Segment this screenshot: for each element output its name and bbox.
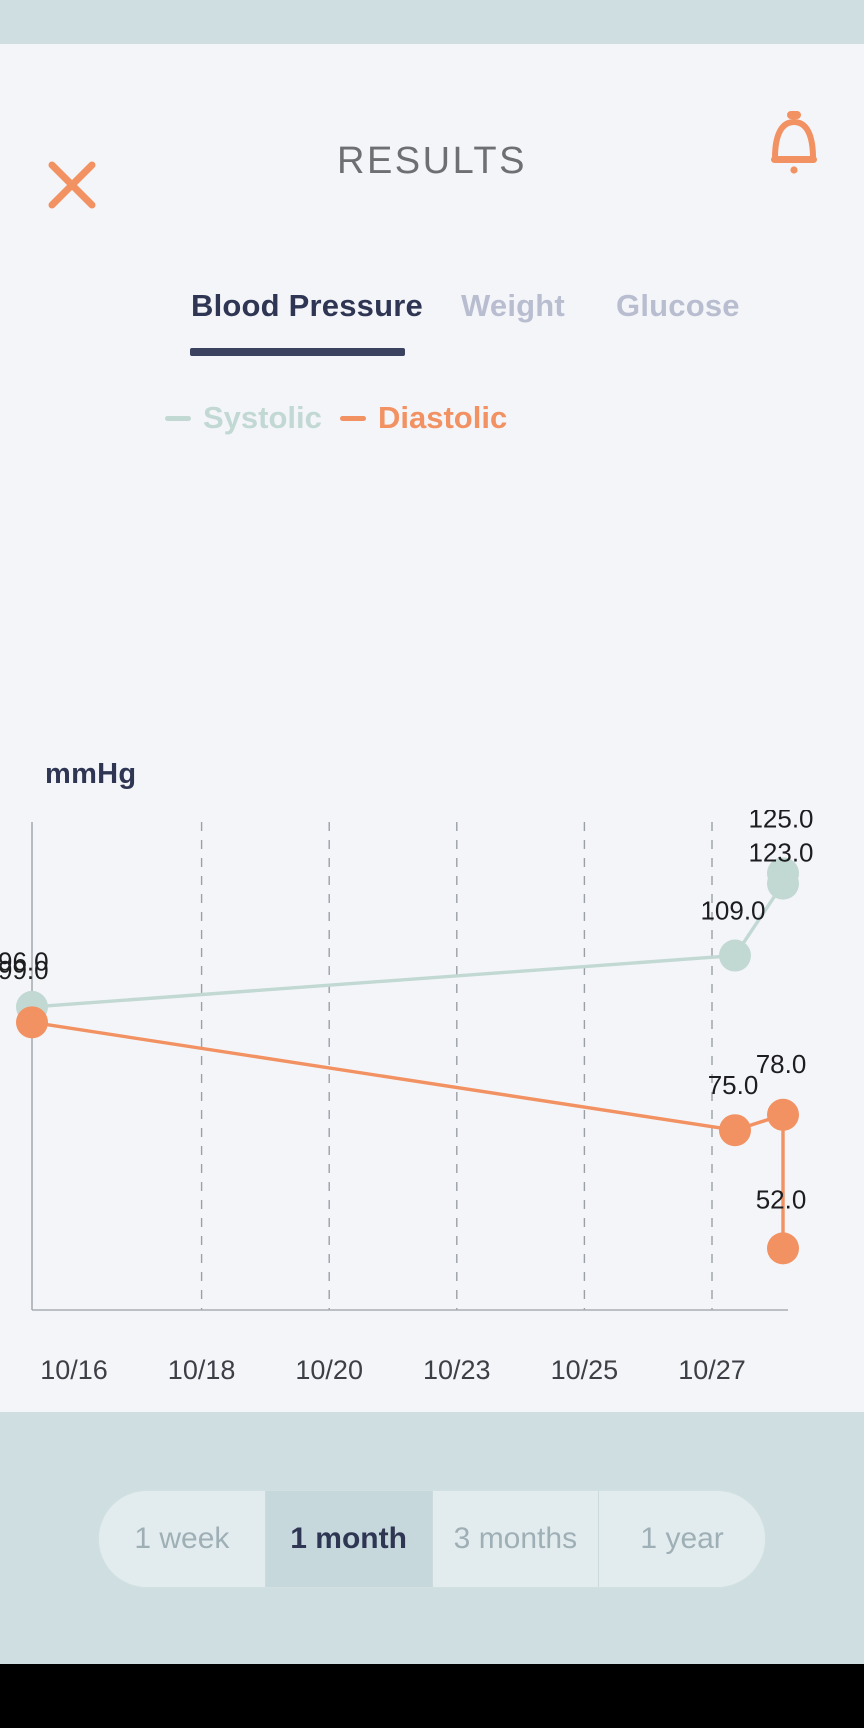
x-axis-tick-label: 10/27 xyxy=(678,1355,746,1385)
page-title: RESULTS xyxy=(337,140,527,182)
chart-point-label: 123.0 xyxy=(748,838,813,868)
chart-data-point[interactable] xyxy=(719,939,751,972)
chart-line-systolic xyxy=(30,871,785,1009)
range-option-1-month[interactable]: 1 month xyxy=(265,1491,433,1587)
results-screen: RESULTS Blood Pressure Weight Glucose Sy… xyxy=(0,0,864,1728)
legend-item-diastolic: Diastolic xyxy=(340,400,507,436)
tab-weight[interactable]: Weight xyxy=(461,288,565,324)
chart-data-point[interactable] xyxy=(767,1098,799,1131)
chart-data-point[interactable] xyxy=(719,1114,751,1147)
chart-x-axis: 10/16 10/18 10/20 10/23 10/25 10/27 xyxy=(0,1355,864,1401)
blood-pressure-line-chart: 99.0 109.0 123.0 125.0 96.0 75.0 78.0 52.0 xyxy=(0,810,864,1340)
legend-label-diastolic: Diastolic xyxy=(378,400,508,435)
metric-tabs: Blood Pressure Weight Glucose xyxy=(0,288,864,368)
chart-data-point[interactable] xyxy=(767,1232,799,1265)
chart-data-point[interactable] xyxy=(16,1006,48,1039)
x-axis-tick-label: 10/18 xyxy=(167,1355,236,1385)
tab-blood-pressure[interactable]: Blood Pressure xyxy=(191,288,423,324)
chart-point-label: 52.0 xyxy=(756,1184,807,1214)
chart-line-diastolic xyxy=(30,1020,785,1251)
legend-label-systolic: Systolic xyxy=(203,400,322,435)
x-axis-tick-label: 10/25 xyxy=(550,1355,619,1385)
x-axis-tick-label: 10/23 xyxy=(423,1355,491,1385)
time-range-segmented-control[interactable]: 1 week 1 month 3 months 1 year xyxy=(98,1490,766,1588)
chart-point-label: 96.0 xyxy=(0,946,49,976)
active-tab-underline xyxy=(190,348,405,356)
range-option-1-week[interactable]: 1 week xyxy=(99,1491,266,1587)
range-selector-panel: 1 week 1 month 3 months 1 year xyxy=(0,1412,864,1664)
chart-point-label: 125.0 xyxy=(748,810,813,833)
x-axis-tick-label: 10/16 xyxy=(40,1355,108,1385)
chart-y-unit-label: mmHg xyxy=(45,758,137,790)
range-option-3-months[interactable]: 3 months xyxy=(432,1491,600,1587)
x-axis-tick-label: 10/20 xyxy=(295,1355,363,1385)
legend-dash-icon xyxy=(340,415,366,421)
chart-point-label: 109.0 xyxy=(700,896,765,926)
chart-legend: Systolic Diastolic xyxy=(0,400,864,460)
legend-dash-icon xyxy=(165,415,191,421)
range-option-1-year[interactable]: 1 year xyxy=(599,1491,765,1587)
legend-item-systolic: Systolic xyxy=(165,400,322,436)
chart-point-label: 78.0 xyxy=(756,1049,807,1079)
system-navigation-bar xyxy=(0,1664,864,1728)
screen-header: RESULTS xyxy=(0,44,864,244)
tab-glucose[interactable]: Glucose xyxy=(616,288,740,324)
notification-bell-icon[interactable] xyxy=(763,108,825,176)
chart-point-label: 75.0 xyxy=(708,1070,759,1100)
status-bar xyxy=(0,0,864,44)
